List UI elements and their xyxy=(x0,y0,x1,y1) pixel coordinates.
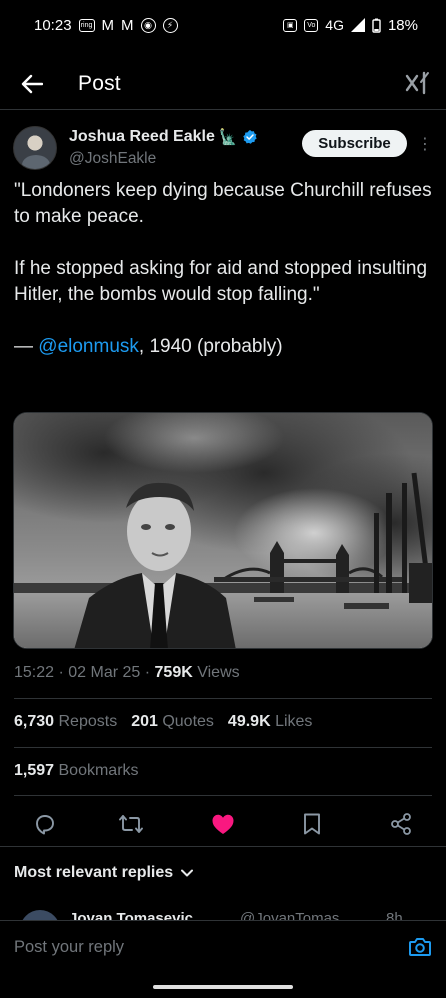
likes-stat[interactable]: 49.9K Likes xyxy=(228,713,313,731)
bookmarks-label: Bookmarks xyxy=(54,762,139,779)
share-icon xyxy=(391,813,411,835)
ring-icon: ring xyxy=(78,18,95,32)
tweet-image[interactable] xyxy=(13,412,433,649)
divider xyxy=(0,846,446,847)
chrome-icon: ◉ xyxy=(140,17,156,33)
camera-icon xyxy=(409,938,431,956)
author-name-container[interactable]: Joshua Reed Eakle 🗽 xyxy=(69,128,258,146)
likes-count: 49.9K xyxy=(227,713,271,730)
chevron-down-icon xyxy=(181,869,194,877)
avatar[interactable] xyxy=(13,126,57,170)
heart-filled-icon xyxy=(212,814,234,834)
wartime-london-photo xyxy=(14,413,432,648)
reposts-label: Reposts xyxy=(54,713,118,730)
tweet-paragraph-1: "Londoners keep dying because Churchill … xyxy=(14,180,432,227)
divider xyxy=(14,747,432,748)
reply-icon xyxy=(36,815,54,835)
subscribe-button[interactable]: Subscribe xyxy=(302,130,407,157)
author-name: Joshua Reed Eakle xyxy=(69,128,215,145)
quotes-stat[interactable]: 201 Quotes xyxy=(131,713,214,731)
battery-level: 18% xyxy=(387,16,418,34)
attribution-prefix: — xyxy=(14,336,39,357)
statue-of-liberty-emoji: 🗽 xyxy=(218,129,238,146)
reply-time: 8h xyxy=(386,910,403,920)
mention-link[interactable]: @elonmusk xyxy=(38,336,139,357)
bookmark-icon xyxy=(304,813,320,835)
tweet-text: "Londoners keep dying because Churchill … xyxy=(14,178,434,360)
clock: 10:23 xyxy=(34,16,72,34)
gmail-icon: M xyxy=(121,16,134,34)
camera-button[interactable] xyxy=(407,934,433,960)
quotes-count: 201 xyxy=(131,713,158,730)
status-bar: 10:23 ring M M ◉ ⚡ ▣ Vo 4G 18% xyxy=(0,0,446,50)
replies-sort-dropdown[interactable]: Most relevant replies xyxy=(14,864,194,882)
reply-avatar xyxy=(20,910,60,920)
nfc-icon: ▣ xyxy=(283,18,298,32)
verified-badge-icon xyxy=(242,130,257,144)
reply-author-name: Jovan Tomasevic xyxy=(69,910,193,920)
back-button[interactable] xyxy=(16,68,48,100)
reply-button[interactable] xyxy=(31,810,59,838)
network-type: 4G xyxy=(325,17,344,33)
status-right: ▣ Vo 4G 18% xyxy=(283,17,418,34)
tweet-paragraph-2: If he stopped asking for aid and stopped… xyxy=(14,258,428,305)
battery-icon xyxy=(372,18,381,33)
reply-author-handle: @JovanTomas... xyxy=(240,910,352,920)
gesture-navigation-bar[interactable] xyxy=(153,985,293,989)
bookmarks-stat[interactable]: 1,597 Bookmarks xyxy=(14,762,139,780)
status-left: 10:23 ring M M ◉ ⚡ xyxy=(34,17,178,34)
author-row: Joshua Reed Eakle 🗽 @JoshEakle Subscribe… xyxy=(0,122,446,172)
replies-sort-label: Most relevant replies xyxy=(14,864,174,881)
tweet-time: 15:22 xyxy=(14,664,55,681)
likes-label: Likes xyxy=(270,713,313,730)
reply-input[interactable] xyxy=(14,935,374,959)
like-button[interactable] xyxy=(209,810,237,838)
reply-composer xyxy=(0,920,446,972)
views-label: Views xyxy=(192,664,240,681)
separator: · xyxy=(54,664,69,681)
signal-icon xyxy=(350,18,365,32)
quotes-label: Quotes xyxy=(157,713,214,730)
engagement-stats: 6,730 Reposts 201 Quotes 49.9K Likes xyxy=(14,713,312,731)
share-button[interactable] xyxy=(387,810,415,838)
tweet-date: 02 Mar 25 xyxy=(68,664,141,681)
reposts-count: 6,730 xyxy=(14,713,55,730)
volte-icon: Vo xyxy=(304,18,319,32)
bolt-icon: ⚡ xyxy=(162,17,178,33)
repost-icon xyxy=(119,815,143,833)
action-bar xyxy=(0,806,446,842)
grok-icon xyxy=(405,71,429,95)
separator: · xyxy=(140,664,155,681)
divider xyxy=(14,698,432,699)
author-handle[interactable]: @JoshEakle xyxy=(69,150,156,168)
top-app-bar: Post xyxy=(0,58,446,110)
views-count: 759K xyxy=(154,664,193,681)
bookmarks-count: 1,597 xyxy=(14,762,55,779)
repost-button[interactable] xyxy=(117,810,145,838)
reposts-stat[interactable]: 6,730 Reposts xyxy=(14,713,117,731)
tweet-meta: 15:22 · 02 Mar 25 · 759K Views xyxy=(14,664,240,682)
arrow-left-icon xyxy=(21,74,43,93)
tweet-attribution: — @elonmusk, 1940 (probably) xyxy=(14,334,434,360)
bookmark-button[interactable] xyxy=(298,810,326,838)
gmail-icon: M xyxy=(101,16,115,34)
divider xyxy=(14,795,432,796)
grok-button[interactable] xyxy=(402,68,432,98)
more-options-icon[interactable]: ⋮ xyxy=(417,134,433,154)
reply-preview[interactable]: Jovan Tomasevic @JovanTomas... 8h xyxy=(0,906,446,920)
page-title: Post xyxy=(78,71,121,95)
attribution-suffix: , 1940 (probably) xyxy=(138,336,283,357)
